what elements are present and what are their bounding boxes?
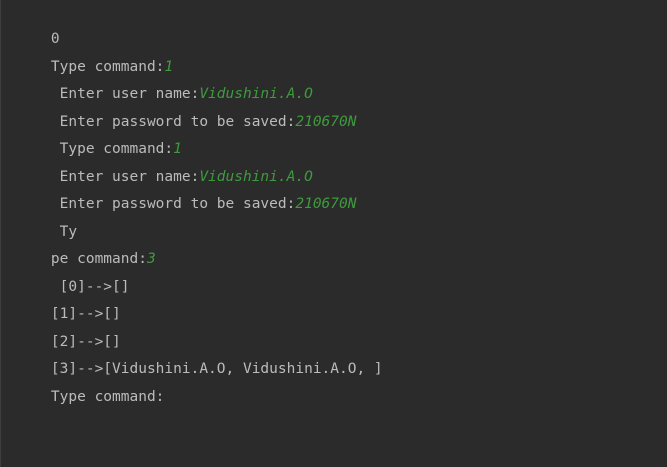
run-console-output[interactable]: 0 Type command:1 Enter user name:Vidushi… (0, 0, 667, 467)
user-input: 210670N (295, 196, 357, 212)
console-line: 0 (16, 9, 60, 47)
console-line: Enter user name:Vidushini.A.O (16, 64, 313, 102)
console-line: Enter password to be saved:210670N (16, 92, 357, 130)
console-line: [3]-->[Vidushini.A.O, Vidushini.A.O, ] (16, 339, 383, 377)
user-input: 210670N (295, 114, 357, 130)
console-line: Type command:1 (16, 37, 173, 75)
console-line: pe command:3 (16, 229, 156, 267)
console-line: [1]-->[] (16, 284, 121, 322)
user-input: 3 (146, 251, 156, 267)
console-line: [0]-->[] (16, 257, 130, 295)
console-line: Enter password to be saved:210670N (16, 174, 357, 212)
console-line: Type command: (16, 367, 165, 405)
prompt-text: Enter password to be saved: (50, 196, 296, 212)
console-line: Enter user name:Vidushini.A.O (16, 147, 313, 185)
console-line: [2]-->[] (16, 312, 121, 350)
clipped-previous-line (1, 0, 667, 3)
console-line: Type command:1 (16, 119, 182, 157)
prompt-text: Type command: (50, 389, 165, 405)
console-line: Ty (16, 202, 77, 240)
